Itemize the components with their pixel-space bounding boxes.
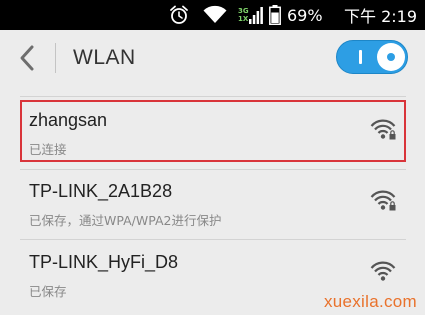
network-status: 已保存，通过WPA/WPA2进行保护 <box>29 213 222 228</box>
toggle-on-indicator <box>359 50 362 64</box>
network-ssid: zhangsan <box>29 110 108 130</box>
alarm-clock-icon <box>168 0 190 30</box>
network-item-zhangsan[interactable]: zhangsan 已连接 <box>20 100 406 162</box>
page-title: WLAN <box>73 46 136 69</box>
network-type-top: 3G <box>238 7 249 15</box>
back-button[interactable] <box>12 42 44 74</box>
wifi-locked-signal-icon <box>370 190 396 211</box>
status-bar: 3G 1X 69% 下午 2:19 <box>0 0 425 30</box>
network-status: 已连接 <box>29 142 67 157</box>
list-divider <box>20 169 406 170</box>
network-ssid: TP-LINK_2A1B28 <box>29 181 173 201</box>
list-divider <box>20 96 406 97</box>
action-bar: WLAN <box>0 30 425 86</box>
network-status: 已保存 <box>29 284 67 299</box>
battery-icon <box>269 0 281 30</box>
wifi-locked-signal-icon <box>370 119 396 140</box>
clock-time: 下午 2:19 <box>344 7 418 26</box>
wifi-signal-icon <box>370 261 396 281</box>
network-type-label: 3G 1X <box>238 0 249 30</box>
signal-icon <box>249 0 263 30</box>
chevron-left-icon <box>20 45 34 71</box>
header-divider <box>55 43 56 73</box>
network-type-bottom: 1X <box>238 15 249 23</box>
wifi-icon <box>203 0 227 30</box>
watermark: xuexila.com <box>323 292 417 311</box>
wlan-toggle[interactable] <box>336 40 408 74</box>
network-item-tp-link-2a1b28[interactable]: TP-LINK_2A1B28 已保存，通过WPA/WPA2进行保护 <box>20 171 406 233</box>
battery-percent: 69% <box>287 5 323 25</box>
network-ssid: TP-LINK_HyFi_D8 <box>29 252 179 272</box>
toggle-knob <box>377 43 405 71</box>
list-divider <box>20 239 406 240</box>
